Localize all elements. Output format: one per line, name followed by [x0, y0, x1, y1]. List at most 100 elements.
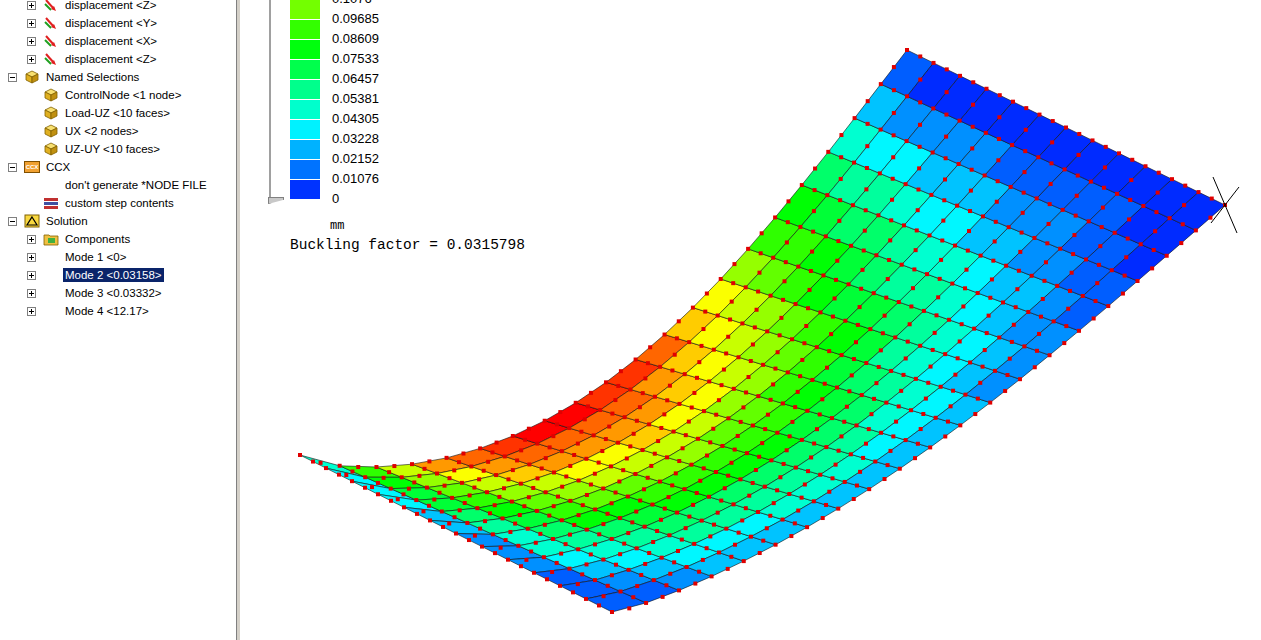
collapse-icon[interactable]	[8, 217, 17, 226]
tree-item-label[interactable]: Solution	[44, 214, 90, 228]
tree-item[interactable]: displacement <Z>	[0, 0, 236, 14]
tree-item-label[interactable]: UZ-UY <10 faces>	[63, 142, 162, 156]
mesh-node	[1139, 242, 1143, 246]
tree-item[interactable]: Mode 1 <0>	[0, 248, 236, 266]
tree-icon-slot	[43, 51, 59, 67]
collapse-icon[interactable]	[8, 163, 17, 172]
expander-slot	[24, 253, 43, 262]
tree-item[interactable]: Mode 4 <12.17>	[0, 302, 236, 320]
tree-item-label[interactable]: UX <2 nodes>	[63, 124, 141, 138]
tree-item[interactable]: displacement <X>	[0, 32, 236, 50]
mesh-node	[976, 397, 980, 401]
mesh-node	[886, 277, 890, 281]
mesh-node	[665, 455, 669, 459]
mesh-node	[808, 288, 812, 292]
mesh-node	[1128, 198, 1132, 202]
tree-item-label[interactable]: Mode 3 <0.03332>	[63, 286, 164, 300]
mesh-node	[370, 485, 374, 489]
mesh-node	[441, 525, 445, 529]
tree-item-label[interactable]: Mode 4 <12.17>	[63, 304, 151, 318]
mesh-node	[568, 464, 572, 468]
tree-item-label[interactable]: displacement <Z>	[63, 0, 158, 12]
mesh-node	[747, 375, 751, 379]
mesh-node	[1077, 153, 1081, 157]
mesh-node	[779, 316, 783, 320]
tree-item[interactable]: Named Selections	[0, 68, 236, 86]
expand-icon[interactable]	[27, 235, 36, 244]
mesh-node	[726, 335, 730, 339]
mesh-node	[956, 356, 960, 360]
tree-item[interactable]: Mode 2 <0.03158>	[0, 266, 236, 284]
expand-icon[interactable]	[27, 271, 36, 280]
tree-item[interactable]: displacement <Z>	[0, 50, 236, 68]
legend-unit: mm	[268, 219, 1261, 233]
mesh-node	[818, 473, 822, 477]
mesh-node	[1097, 263, 1101, 267]
tree-item[interactable]: Mode 3 <0.03332>	[0, 284, 236, 302]
expand-icon[interactable]	[27, 55, 36, 64]
tree-item-label[interactable]: custom step contents	[63, 196, 176, 210]
mesh-node	[550, 570, 554, 574]
collapse-icon[interactable]	[8, 73, 17, 82]
mesh-node	[610, 610, 614, 614]
tree-item-label[interactable]: ControlNode <1 node>	[63, 88, 183, 102]
mesh-node	[387, 470, 391, 474]
tree-item-label[interactable]: Load-UZ <10 faces>	[63, 106, 172, 120]
tree-item[interactable]: Solution	[0, 212, 236, 230]
mesh-node	[695, 491, 699, 495]
mesh-plot[interactable]	[240, 0, 1261, 640]
mesh-node	[710, 574, 714, 578]
tree-item-label[interactable]: don't generate *NODE FILE	[63, 178, 209, 192]
tree-item[interactable]: Load-UZ <10 faces>	[0, 104, 236, 122]
mesh-node	[944, 135, 948, 139]
tree-item-label[interactable]: Named Selections	[44, 70, 141, 84]
expand-icon[interactable]	[27, 37, 36, 46]
mesh-node	[738, 477, 742, 481]
mesh-node	[1115, 192, 1119, 196]
tree-item-label[interactable]: Mode 1 <0>	[63, 250, 128, 264]
buckling-factor-caption: Buckling factor = 0.0315798	[268, 237, 1261, 253]
mesh-node	[742, 559, 746, 563]
tree-item-label[interactable]: Components	[63, 232, 132, 246]
expand-icon[interactable]	[27, 1, 36, 10]
mesh-node	[1011, 100, 1015, 104]
mesh-node	[971, 80, 975, 84]
tree-item[interactable]: displacement <Y>	[0, 14, 236, 32]
tree-item[interactable]: don't generate *NODE FILE	[0, 176, 236, 194]
graphics-viewport[interactable]: 0.10760.096850.086090.075330.064570.0538…	[240, 0, 1261, 640]
tree-item[interactable]: UX <2 nodes>	[0, 122, 236, 140]
tree-item-label[interactable]: displacement <Z>	[63, 52, 158, 66]
mesh-node	[598, 408, 602, 412]
mesh-node	[820, 397, 824, 401]
tree-item[interactable]: ControlNode <1 node>	[0, 86, 236, 104]
mesh-node	[567, 426, 571, 430]
tree-item-label[interactable]: displacement <Y>	[63, 16, 159, 30]
mesh-node	[892, 65, 896, 69]
mesh-node	[1154, 210, 1158, 214]
tree-item-label[interactable]: displacement <X>	[63, 34, 159, 48]
mesh-node	[785, 240, 789, 244]
mesh-node	[511, 434, 515, 438]
tree-item[interactable]: custom step contents	[0, 194, 236, 212]
slider-thumb[interactable]	[268, 197, 284, 204]
tree-item-label[interactable]: Mode 2 <0.03158>	[63, 268, 164, 282]
expand-icon[interactable]	[27, 289, 36, 298]
mesh-node	[667, 533, 671, 537]
tree-item-label[interactable]: CCX	[44, 160, 72, 174]
tree-item[interactable]: CCX CCX	[0, 158, 236, 176]
expand-icon[interactable]	[27, 307, 36, 316]
mesh-node	[860, 393, 864, 397]
mesh-node	[564, 542, 568, 546]
mesh-node	[993, 369, 997, 373]
mesh-node	[931, 151, 935, 155]
expand-icon[interactable]	[27, 19, 36, 28]
expand-icon[interactable]	[27, 253, 36, 262]
mesh-node	[634, 358, 638, 362]
mesh-node	[914, 377, 918, 381]
mesh-node	[796, 390, 800, 394]
legend-slider[interactable]	[268, 0, 284, 204]
mesh-node	[1022, 344, 1026, 348]
tree-item[interactable]: UZ-UY <10 faces>	[0, 140, 236, 158]
mesh-node	[899, 389, 903, 393]
tree-item[interactable]: Components	[0, 230, 236, 248]
